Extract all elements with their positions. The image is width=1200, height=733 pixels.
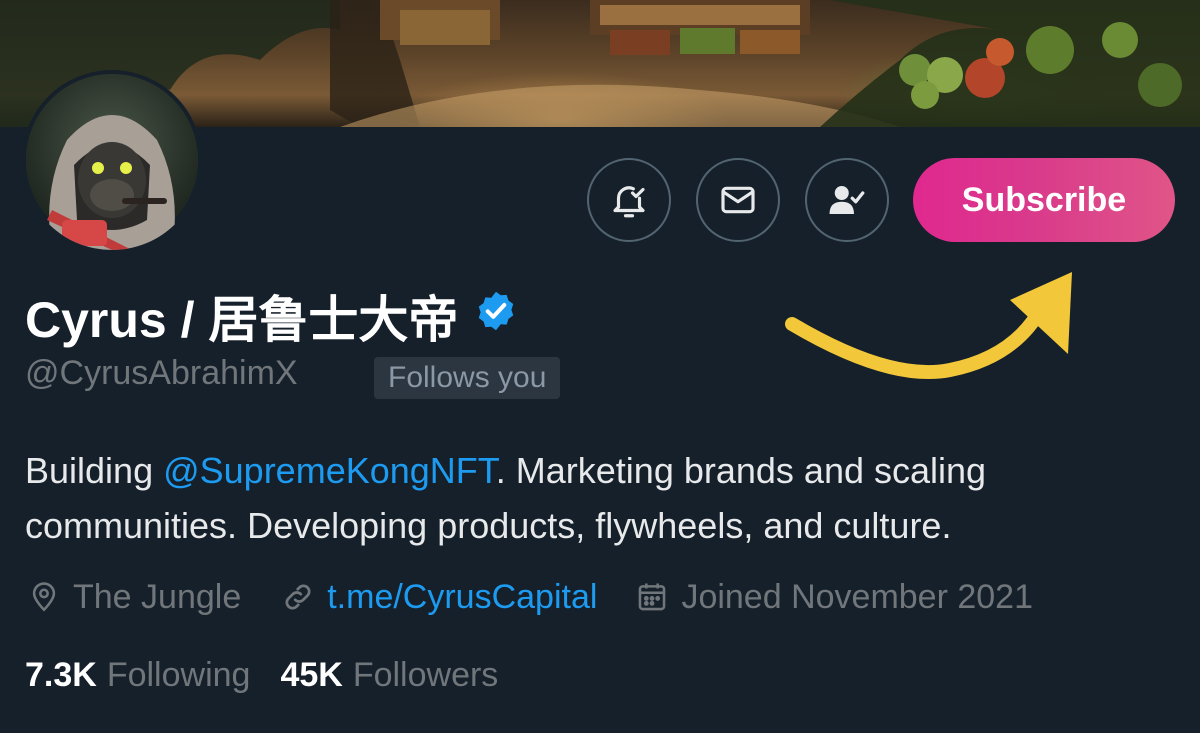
location-text: The Jungle [73, 577, 242, 616]
person-check-icon [829, 186, 865, 214]
joined-item: Joined November 2021 [635, 578, 1033, 617]
followers-stat-link[interactable]: 45K Followers [280, 656, 498, 695]
website-link[interactable]: t.me/CyrusCapital [327, 578, 597, 617]
link-icon [285, 584, 311, 610]
followers-count: 45K [280, 655, 343, 694]
display-name: Cyrus / 居鲁士大帝 [25, 280, 518, 352]
bell-check-icon [613, 186, 645, 218]
profile-bio: Building @SupremeKongNFT. Marketing bran… [25, 443, 1185, 553]
display-name-text: Cyrus / 居鲁士大帝 [25, 292, 459, 348]
following-label: Following [106, 655, 251, 694]
profile-meta: The Jungle t.me/CyrusCapital Joined Nove… [27, 572, 1033, 622]
following-count: 7.3K [25, 655, 97, 694]
subscribe-label: Subscribe [961, 180, 1127, 219]
message-button[interactable] [696, 158, 780, 242]
joined-text: Joined November 2021 [681, 577, 1033, 616]
subscribe-button[interactable]: Subscribe [913, 158, 1175, 242]
gorilla-avatar-image [26, 74, 198, 250]
profile-stats: 7.3K Following 45K Followers [25, 650, 498, 700]
follows-you-badge: Follows you [374, 357, 561, 399]
following-button[interactable] [805, 158, 889, 242]
bio-mention-link[interactable]: @SupremeKongNFT [163, 450, 496, 491]
mail-icon [721, 186, 755, 214]
following-stat-link[interactable]: 7.3K Following [25, 656, 250, 695]
notifications-button[interactable] [587, 158, 671, 242]
annotation-arrow-icon [785, 272, 1072, 379]
followers-label: Followers [352, 655, 499, 694]
verified-badge-icon[interactable] [474, 287, 518, 345]
bio-prefix: Building [25, 450, 164, 491]
website-item: t.me/CyrusCapital [281, 578, 597, 617]
profile-avatar[interactable] [22, 70, 202, 250]
profile-handle: @CyrusAbrahimX [25, 354, 298, 392]
location-pin-icon [32, 582, 56, 612]
location-item: The Jungle [27, 578, 241, 617]
calendar-icon [639, 583, 666, 611]
